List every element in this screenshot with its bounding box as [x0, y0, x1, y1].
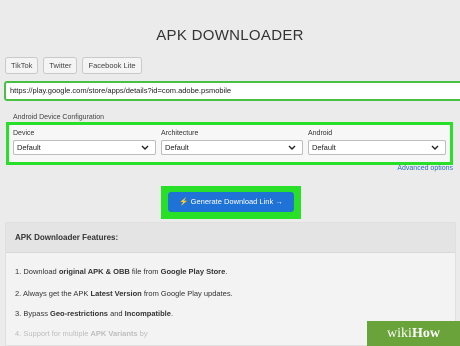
architecture-select-value: Default: [165, 143, 189, 152]
feature-bold: Google Play Store: [160, 267, 226, 276]
url-input[interactable]: https://play.google.com/store/apps/detai…: [4, 81, 460, 101]
chevron-down-icon: [141, 145, 149, 150]
feature-bold: Latest Version: [90, 289, 142, 298]
facebook-lite-chip[interactable]: Facebook Lite: [82, 57, 142, 74]
feature-item-1: 1. Download original APK & OBB file from…: [15, 267, 227, 276]
device-select[interactable]: Default: [13, 140, 156, 155]
android-select-value: Default: [312, 143, 336, 152]
feature-number: 1.: [15, 267, 22, 276]
feature-bold: Incompatible: [124, 309, 171, 318]
chevron-down-icon: [431, 145, 439, 150]
chevron-down-icon: [288, 145, 296, 150]
device-label: Device: [13, 130, 35, 137]
feature-text: Bypass: [23, 309, 51, 318]
feature-text: from Google Play updates.: [141, 289, 233, 298]
android-select[interactable]: Default: [308, 140, 446, 155]
advanced-options-link[interactable]: Advanced options: [397, 165, 453, 172]
android-field: Android Default: [308, 129, 446, 155]
feature-text: and: [107, 309, 125, 318]
features-heading: APK Downloader Features:: [6, 223, 455, 253]
feature-bold: Geo-restrictions: [50, 309, 108, 318]
quick-links: TikTok Twitter Facebook Lite: [5, 57, 142, 74]
tiktok-chip[interactable]: TikTok: [5, 57, 39, 74]
feature-text: by: [137, 329, 148, 338]
architecture-select[interactable]: Default: [161, 140, 303, 155]
feature-text: .: [170, 309, 174, 318]
feature-item-4: 4. Support for multiple APK Variants by: [15, 329, 148, 338]
feature-text: Always get the APK: [22, 289, 91, 298]
watermark-how: How: [411, 326, 440, 341]
watermark-wiki: wiki: [387, 326, 412, 341]
device-select-value: Default: [17, 143, 41, 152]
device-field: Device Default: [13, 129, 156, 155]
feature-number: 2.: [15, 289, 22, 298]
feature-text: Support for multiple: [23, 329, 91, 338]
feature-text: Download: [23, 267, 59, 276]
generate-button-highlight: ⚡ Generate Download Link →: [161, 186, 301, 219]
twitter-chip[interactable]: Twitter: [43, 57, 78, 74]
feature-bold: original APK & OBB: [58, 267, 130, 276]
architecture-label: Architecture: [161, 130, 199, 137]
architecture-field: Architecture Default: [161, 129, 303, 155]
android-label: Android: [308, 130, 333, 137]
feature-item-3: 3. Bypass Geo-restrictions and Incompati…: [15, 309, 173, 318]
feature-text: file from: [129, 267, 161, 276]
wikihow-watermark: wikiHow: [367, 321, 460, 346]
device-config-panel: Device Default Architecture Default Andr…: [6, 122, 453, 165]
feature-bold: APK Variants: [90, 329, 138, 338]
config-section-label: Android Device Configuration: [13, 114, 105, 121]
page-title: APK DOWNLOADER: [156, 27, 304, 44]
feature-text: .: [225, 267, 228, 276]
feature-number: 3.: [15, 309, 22, 318]
feature-number: 4.: [15, 329, 22, 338]
feature-item-2: 2. Always get the APK Latest Version fro…: [15, 289, 233, 298]
generate-download-link-button[interactable]: ⚡ Generate Download Link →: [168, 192, 294, 212]
